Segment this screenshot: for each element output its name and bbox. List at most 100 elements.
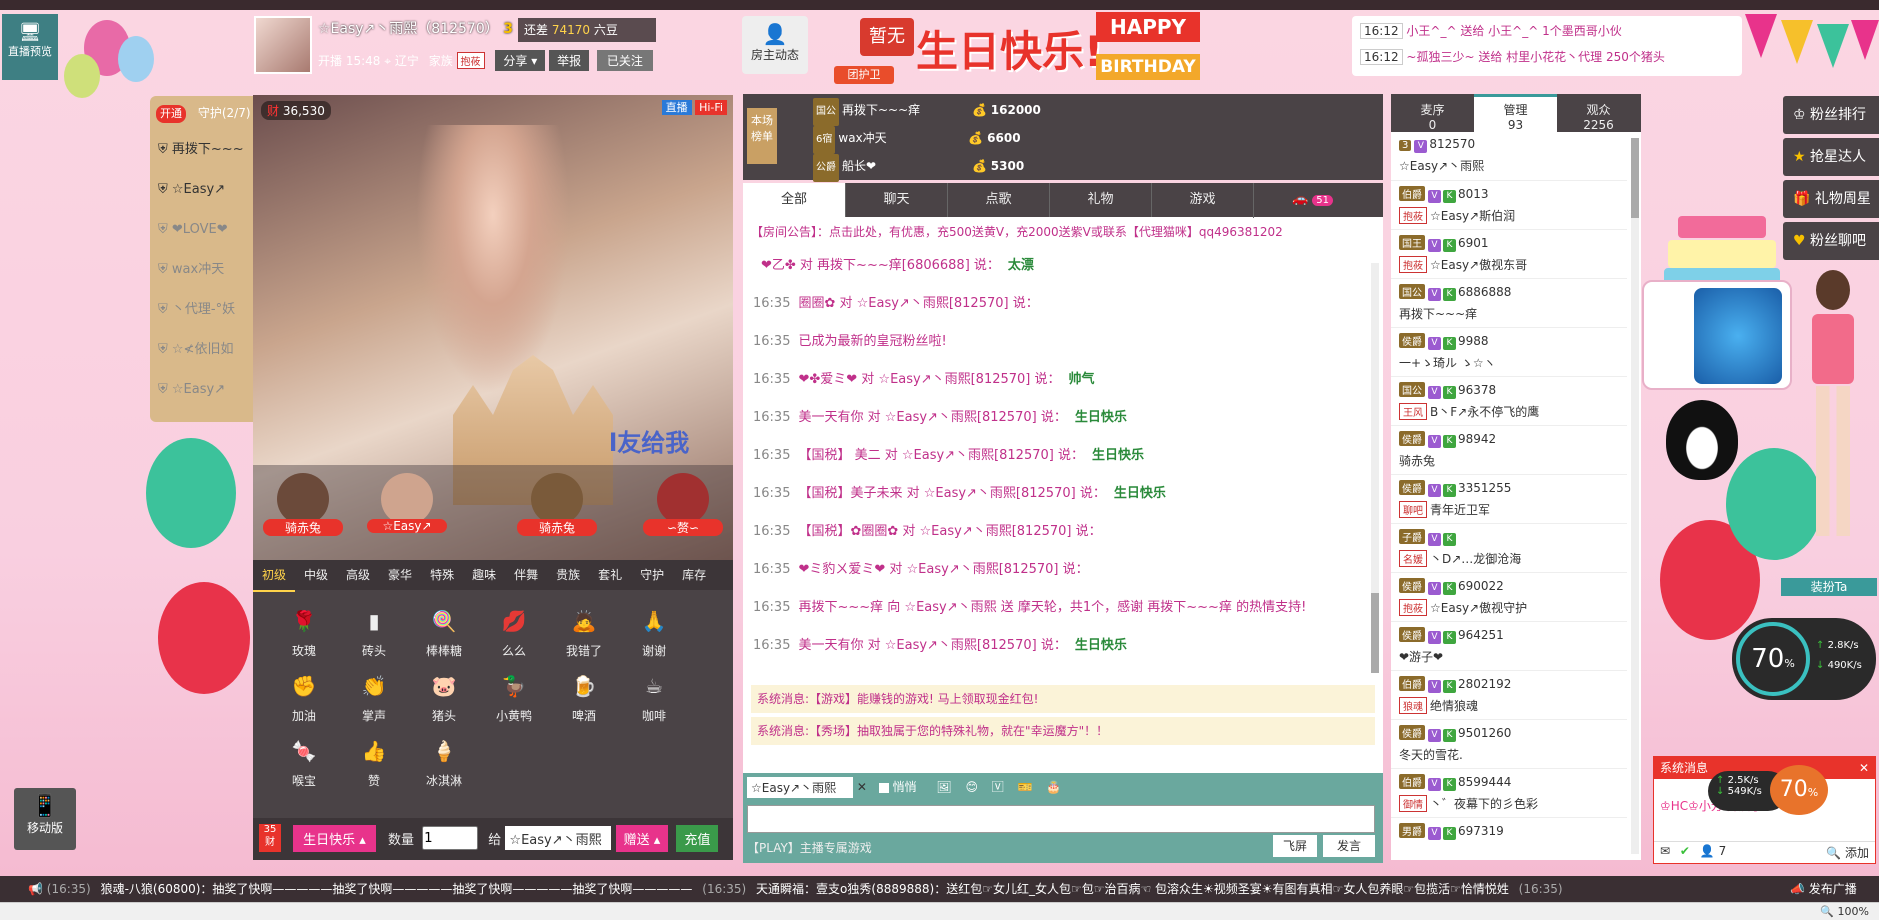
chat-tab[interactable]: 礼物 <box>1049 183 1151 217</box>
gift-tab[interactable]: 贵族 <box>547 560 589 590</box>
user-tab[interactable]: 管理 93 <box>1474 94 1557 132</box>
chat-tab[interactable]: 聊天 <box>845 183 947 217</box>
person-icon[interactable]: 👤 <box>1700 844 1715 858</box>
send-button[interactable]: 发言 <box>1322 835 1375 857</box>
chat-message[interactable]: 16:35 再拨下~~~痒 向 ☆Easy↗丶雨熙 送 摩天轮，共1个，感谢 再拨… <box>743 589 1363 627</box>
chat-tab-all[interactable]: 全部 <box>743 183 845 217</box>
chat-message[interactable]: 16:35 美一天有你 对 ☆Easy↗丶雨熙[812570] 说： 生日快乐 <box>743 399 1363 437</box>
user-row[interactable]: 侯爵 V K 9988 一+ゝ琦ル ゝ☆ヽ <box>1391 328 1627 377</box>
gift-tab[interactable]: 趣味 <box>463 560 505 590</box>
vip-emoji-icon[interactable]: 🅅 <box>992 780 1004 794</box>
dress-up-button[interactable]: 装扮Ta <box>1781 578 1877 596</box>
open-guard-button[interactable]: 开通 <box>156 105 186 123</box>
report-button[interactable]: 举报 <box>549 50 590 71</box>
publish-broadcast-button[interactable]: 📣 发布广播 <box>1782 876 1879 902</box>
chat-scrollbar[interactable] <box>1371 263 1379 673</box>
chat-input[interactable] <box>747 805 1375 833</box>
live-preview-button[interactable]: 🖥 直播预览 <box>2 14 58 80</box>
chat-message[interactable]: 16:35 【国税】 美二 对 ☆Easy↗丶雨熙[812570] 说： 生日快乐 <box>743 437 1363 475</box>
user-row[interactable]: 伯爵 V K 8599444 御情 丶゛夜幕下的彡色彩 <box>1391 769 1627 818</box>
user-row[interactable]: 3 V 812570 ☆Easy↗丶雨熙 <box>1391 132 1627 181</box>
seat[interactable]: 骑赤兔 <box>517 473 597 536</box>
share-button[interactable]: 分享 ▾ <box>495 50 546 71</box>
gift-item[interactable]: 🍭 棒棒糖 <box>409 604 479 659</box>
whisper-checkbox[interactable] <box>878 782 889 793</box>
seat[interactable]: ∽赘∽ <box>643 473 723 536</box>
guard-item[interactable]: ⛨ 丶代理-°妖 <box>150 290 254 330</box>
user-row[interactable]: 伯爵 V K 2802192 狼魂 绝情狼魂 <box>1391 671 1627 720</box>
gift-item[interactable]: 👏 掌声 <box>339 669 409 724</box>
chat-message[interactable]: 16:35 ❤ミ豹ㄨ爱ミ❤ 对 ☆Easy↗丶雨熙[812570] 说： <box>743 551 1363 589</box>
selected-gift-button[interactable]: 生日快乐 ▴ <box>293 824 376 852</box>
gift-tab[interactable]: 守护 <box>631 560 673 590</box>
user-row[interactable]: 子爵 V K 名媛 丶D↗…龙御沧海 <box>1391 524 1627 573</box>
gift-tab[interactable]: 初级 <box>253 560 296 592</box>
gift-item[interactable]: 🍺 啤酒 <box>549 669 619 724</box>
gift-item[interactable]: 🐷 猪头 <box>409 669 479 724</box>
guard-item[interactable]: ⛨ 再拨下~~~ <box>150 130 254 170</box>
emoji-icon[interactable]: 😊 <box>965 780 978 794</box>
gift-tab[interactable]: 中级 <box>295 560 337 590</box>
user-row[interactable]: 伯爵 V K 8013 抱莜 ☆Easy↗斯伯润 <box>1391 181 1627 230</box>
rose-widget[interactable] <box>1642 280 1792 390</box>
gift-item[interactable]: 🌹 玫瑰 <box>269 604 339 659</box>
user-row[interactable]: 国公 V K 96378 王风 B丶F↗永不停飞的鹰 <box>1391 377 1627 426</box>
gift-item[interactable]: ☕ 咖啡 <box>619 669 689 724</box>
chat-tab-car[interactable]: 🚗 51 <box>1253 183 1371 218</box>
speed-widget[interactable]: 70% ↑ 2.8K/s ↓ 490K/s <box>1732 618 1876 700</box>
room-dynamic-button[interactable]: 👤 房主动态 <box>742 16 808 74</box>
zoom-icon[interactable]: 🔍 <box>1820 905 1834 918</box>
user-row[interactable]: 侯爵 V K 964251 ❤游子❤ <box>1391 622 1627 671</box>
chat-tab[interactable]: 游戏 <box>1151 183 1253 217</box>
chat-message[interactable]: 16:35 ❤✤爱ミ❤ 对 ☆Easy↗丶雨熙[812570] 说： 帅气 <box>743 361 1363 399</box>
user-scrollbar[interactable] <box>1631 138 1639 854</box>
chat-message[interactable]: 16:35 美一天有你 对 ☆Easy↗丶雨熙[812570] 说： 生日快乐 <box>743 627 1363 665</box>
fan-ranking-button[interactable]: ♔ 粉丝排行 <box>1783 96 1879 134</box>
gift-tab[interactable]: 套礼 <box>589 560 631 590</box>
fan-chat-button[interactable]: ♥ 粉丝聊吧 <box>1783 222 1879 260</box>
sticker-icon[interactable]: 🎫 <box>1018 780 1033 794</box>
anchor-avatar[interactable] <box>254 16 312 74</box>
announcement[interactable]: 【房间公告】：点击此处，有优惠，充500送黄V，充2000送紫V或联系【代理猫咪… <box>743 217 1383 247</box>
chat-tab[interactable]: 点歌 <box>947 183 1049 217</box>
leaderboard-row[interactable]: 6宿 wax冲天 💰 6600 <box>813 124 1313 154</box>
avatar-figure[interactable] <box>1790 270 1876 570</box>
gift-tab[interactable]: 高级 <box>337 560 379 590</box>
penguin-icon[interactable] <box>1666 400 1738 480</box>
mail-icon[interactable]: ✉ <box>1660 844 1670 858</box>
user-row[interactable]: 国王 V K 6901 抱莜 ☆Easy↗傲视东哥 <box>1391 230 1627 279</box>
gift-weekly-star-button[interactable]: 🎁 礼物周星 <box>1783 180 1879 218</box>
chat-target[interactable]: ☆Easy↗丶雨熙 <box>747 777 853 798</box>
gift-tab[interactable]: 豪华 <box>379 560 421 590</box>
system-message[interactable]: 系统消息:【秀场】抽取独属于您的特殊礼物，就在"幸运魔方"！！ <box>751 717 1375 745</box>
gift-item[interactable]: 🦆 小黄鸭 <box>479 669 549 724</box>
user-row[interactable]: 侯爵 V K 3351255 聊吧 青年近卫军 <box>1391 475 1627 524</box>
user-row[interactable]: 侯爵 V K 690022 抱莜 ☆Easy↗傲视守护 <box>1391 573 1627 622</box>
guard-item[interactable]: ⛨ ☆Easy↗ <box>150 370 254 410</box>
zoom-level[interactable]: 100% <box>1838 905 1869 918</box>
gift-item[interactable]: 🙇 我错了 <box>549 604 619 659</box>
guard-item[interactable]: ⛨ ☆≮依旧如 <box>150 330 254 370</box>
family-badge[interactable]: 抱莜 <box>456 52 485 69</box>
gift-item[interactable]: 💋 么么 <box>479 604 549 659</box>
system-message[interactable]: 系统消息:【游戏】能赚钱的游戏! 马上领取现金红包! <box>751 685 1375 713</box>
check-icon[interactable]: ✔ <box>1680 844 1690 858</box>
user-row[interactable]: 国公 V K 6886888 再拨下~~~痒 <box>1391 279 1627 328</box>
fly-screen-button[interactable]: 飞屏 <box>1272 835 1317 857</box>
qty-input[interactable] <box>422 826 479 850</box>
gift-tab[interactable]: 伴舞 <box>505 560 547 590</box>
guard-item[interactable]: ⛨ wax冲天 <box>150 250 254 290</box>
gift-tab[interactable]: 特殊 <box>421 560 463 590</box>
guard-item[interactable]: ⛨ ☆Easy↗ <box>150 170 254 210</box>
user-row[interactable]: 侯爵 V K 9501260 冬天的雪花. <box>1391 720 1627 769</box>
cake-icon[interactable]: 🎂 <box>1046 780 1061 794</box>
video-player[interactable]: 财 36,530 直播 Hi-Fi l友给我 骑赤兔 ☆Easy↗ 骑赤兔 ∽赘… <box>253 95 733 560</box>
leaderboard-row[interactable]: 国公 再拨下~~~痒 💰 162000 <box>813 96 1313 126</box>
seat[interactable]: ☆Easy↗ <box>367 473 447 533</box>
user-row[interactable]: 男爵VK697319大爱乐子乐子乐子大发 <box>1391 818 1627 840</box>
gift-item[interactable]: ✊ 加油 <box>269 669 339 724</box>
send-gift-button[interactable]: 赠送 ▴ <box>615 824 669 852</box>
leaderboard-row[interactable]: 公爵 船长❤ 💰 5300 <box>813 152 1313 182</box>
chat-message[interactable]: 16:35 已成为最新的皇冠粉丝啦! <box>743 323 1363 361</box>
user-tab[interactable]: 观众 2256 <box>1557 97 1640 132</box>
